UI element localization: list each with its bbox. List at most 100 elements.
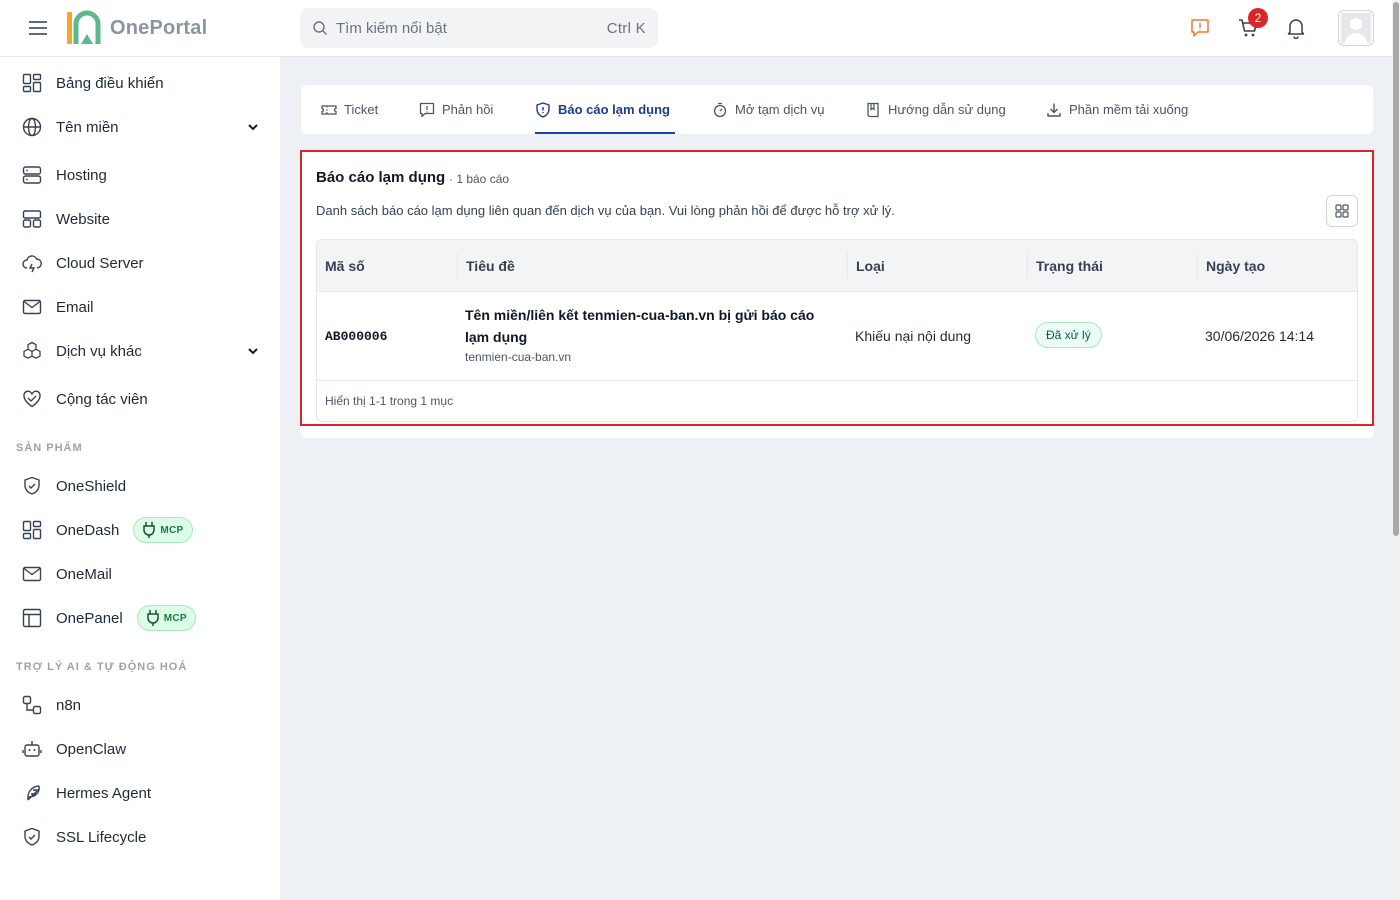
sidebar-item-affiliate[interactable]: Cộng tác viên: [16, 381, 266, 417]
sidebar-item-label: Bảng điều khiển: [56, 74, 164, 92]
sidebar-item-oneshield[interactable]: OneShield: [16, 468, 266, 504]
bell-icon[interactable]: [1284, 16, 1308, 40]
logo-icon: [67, 10, 101, 44]
column-header-created[interactable]: Ngày tạo: [1197, 253, 1265, 279]
report-title-cell: Tên miền/liên kết tenmien-cua-ban.vn bị …: [465, 304, 815, 364]
sidebar-item-hosting[interactable]: Hosting: [16, 157, 266, 193]
boxes-icon: [20, 339, 44, 363]
sidebar-item-label: Cloud Server: [56, 254, 144, 272]
sidebar-item-label: Dịch vụ khác: [56, 342, 142, 360]
sidebar-item-onemail[interactable]: OneMail: [16, 556, 266, 592]
search-input[interactable]: [336, 19, 607, 37]
column-header-code[interactable]: Mã số: [317, 240, 365, 292]
abuse-report-card: Báo cáo lạm dụng · 1 báo cáo Danh sách b…: [300, 150, 1374, 426]
tab-label: Mở tạm dịch vụ: [735, 102, 825, 117]
shield-alert-icon: [535, 101, 551, 118]
sidebar-item-openclaw[interactable]: OpenClaw: [16, 731, 266, 767]
sidebar-item-label: OneShield: [56, 477, 127, 495]
sidebar-item-ssl-lifecycle[interactable]: SSL Lifecycle: [16, 819, 266, 855]
search-shortcut: Ctrl K: [606, 19, 646, 37]
report-type: Khiếu nại nội dung: [855, 328, 971, 344]
mcp-badge: MCP: [136, 605, 196, 631]
feedback-icon[interactable]: [1188, 16, 1212, 40]
report-code[interactable]: AB000006: [325, 329, 387, 344]
shield-icon: [20, 474, 44, 498]
server-icon: [20, 163, 44, 187]
search-icon: [313, 21, 327, 35]
bot-icon: [20, 737, 44, 761]
sidebar-item-label: n8n: [56, 696, 82, 714]
mcp-badge-label: MCP: [160, 524, 184, 536]
mcp-badge-label: MCP: [163, 612, 187, 624]
tab-label: Hướng dẫn sử dụng: [888, 102, 1006, 117]
report-title[interactable]: Tên miền/liên kết tenmien-cua-ban.vn bị …: [465, 304, 815, 348]
avatar[interactable]: [1338, 10, 1374, 46]
globe-icon: [20, 115, 44, 139]
website-icon: [20, 207, 44, 231]
page-scrollbar[interactable]: [1392, 0, 1400, 900]
tab-user-guide[interactable]: Hướng dẫn sử dụng: [865, 85, 1006, 134]
sidebar-item-domains[interactable]: Tên miền: [16, 109, 266, 145]
dashboard-icon: [20, 518, 44, 542]
sidebar-item-onedash[interactable]: OneDash MCP: [16, 512, 266, 548]
shield-check-icon: [20, 825, 44, 849]
cart-badge: 2: [1248, 8, 1268, 28]
handshake-icon: [20, 387, 44, 411]
mail-icon: [20, 295, 44, 319]
column-header-title[interactable]: Tiêu đề: [457, 253, 515, 279]
table-row[interactable]: AB000006 Tên miền/liên kết tenmien-cua-b…: [317, 292, 1357, 381]
ticket-icon: [321, 102, 337, 118]
section-products-heading: SẢN PHẨM: [16, 442, 83, 454]
sidebar-item-label: OneDash: [56, 521, 120, 539]
sidebar-item-n8n[interactable]: n8n: [16, 687, 266, 723]
tab-feedback[interactable]: Phản hồi: [419, 85, 493, 134]
report-created-date: 30/06/2026 14:14: [1205, 328, 1314, 344]
report-status-cell: Đã xử lý: [1035, 322, 1102, 348]
tab-label: Báo cáo lạm dụng: [558, 102, 670, 117]
sidebar-item-label: OnePanel: [56, 609, 123, 627]
abuse-report-table: Mã số Tiêu đề Loại Trạng thái Ngày tạo A…: [316, 239, 1358, 422]
pagination-info: Hiển thị 1-1 trong 1 mục: [325, 394, 454, 408]
tab-downloads[interactable]: Phần mềm tải xuống: [1046, 85, 1188, 134]
sidebar-item-other-services[interactable]: Dịch vụ khác: [16, 333, 266, 369]
tab-label: Ticket: [344, 102, 379, 117]
book-icon: [865, 102, 881, 118]
column-header-status[interactable]: Trạng thái: [1027, 253, 1103, 279]
workflow-icon: [20, 693, 44, 717]
scrollbar-thumb[interactable]: [1393, 2, 1399, 536]
sidebar-item-dashboard[interactable]: Bảng điều khiển: [16, 65, 266, 101]
sidebar-item-label: SSL Lifecycle: [56, 828, 147, 846]
feather-icon: [20, 781, 44, 805]
sidebar-item-cloud-server[interactable]: Cloud Server: [16, 245, 266, 281]
table-header: Mã số Tiêu đề Loại Trạng thái Ngày tạo: [317, 240, 1357, 292]
sidebar-item-onepanel[interactable]: OnePanel MCP: [16, 600, 266, 636]
tab-label: Phản hồi: [442, 102, 494, 117]
card-title: Báo cáo lạm dụng: [316, 169, 446, 186]
column-header-type[interactable]: Loại: [847, 253, 885, 279]
plug-icon: [146, 610, 159, 626]
chevron-down-icon[interactable]: [246, 120, 260, 134]
section-ai-heading: TRỢ LÝ AI & TỰ ĐỘNG HOÁ: [16, 661, 188, 673]
top-header: OnePortal Ctrl K 2: [0, 0, 1392, 57]
report-count: · 1 báo cáo: [449, 172, 510, 186]
status-badge: Đã xử lý: [1035, 322, 1102, 348]
tab-temp-unlock[interactable]: Mở tạm dịch vụ: [712, 85, 824, 134]
sidebar-item-email[interactable]: Email: [16, 289, 266, 325]
tab-ticket[interactable]: Ticket: [321, 85, 378, 134]
mail-icon: [20, 562, 44, 586]
tab-abuse-report[interactable]: Báo cáo lạm dụng: [535, 85, 675, 134]
card-description: Danh sách báo cáo lạm dụng liên quan đến…: [316, 203, 895, 218]
tab-label: Phần mềm tải xuống: [1069, 102, 1189, 117]
chevron-down-icon[interactable]: [246, 344, 260, 358]
sidebar-item-hermes-agent[interactable]: Hermes Agent: [16, 775, 266, 811]
logo[interactable]: OnePortal: [64, 10, 207, 46]
search-bar[interactable]: Ctrl K: [300, 8, 658, 48]
sidebar-item-label: OpenClaw: [56, 740, 127, 758]
grid-icon: [1335, 204, 1349, 218]
sidebar-item-label: Hermes Agent: [56, 784, 152, 802]
menu-icon[interactable]: [27, 18, 49, 38]
sidebar-item-label: Website: [56, 210, 110, 228]
view-toggle-button[interactable]: [1326, 195, 1358, 227]
sidebar-item-website[interactable]: Website: [16, 201, 266, 237]
sidebar-item-label: Tên miền: [56, 118, 119, 136]
